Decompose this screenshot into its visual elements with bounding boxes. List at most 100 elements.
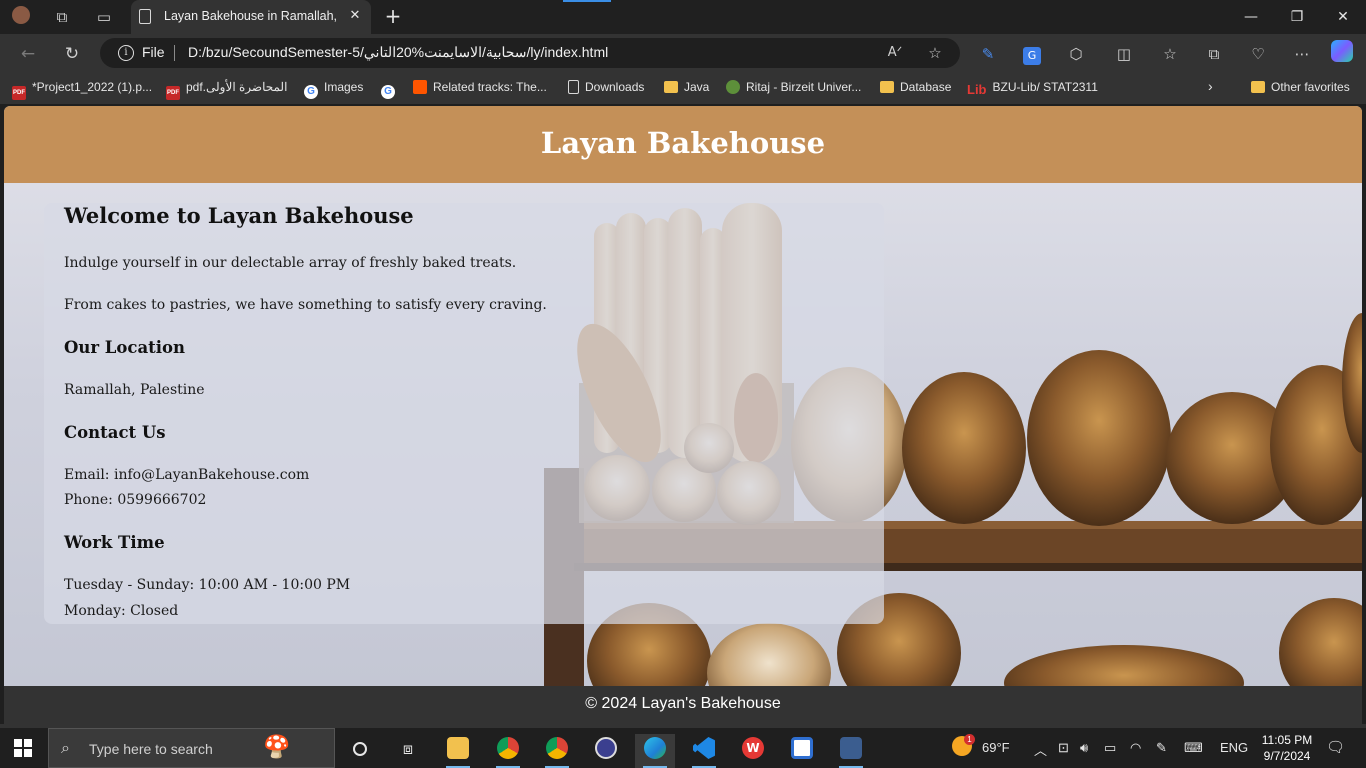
app-icon-window[interactable] (782, 734, 822, 768)
pen-extension-icon[interactable]: ✎ (976, 42, 1000, 66)
windows-taskbar: ⌕ Type here to search 🍄 ⧈ W 1 69°F ︿ ⊡ 🔊… (0, 728, 1366, 768)
footer-copyright: © 2024 Layan's Bakehouse (585, 695, 781, 712)
app-icon-blue[interactable] (831, 734, 871, 768)
task-view-icon[interactable]: ⧈ (388, 734, 428, 768)
app-icon-disc[interactable] (586, 734, 626, 768)
site-footer: © 2024 Layan's Bakehouse (4, 686, 1362, 724)
location-text: Ramallah, Palestine (64, 382, 205, 398)
weather-icon[interactable]: 1 (952, 734, 975, 759)
vscode-icon[interactable] (684, 734, 724, 768)
address-scheme: File (142, 44, 165, 60)
favorites-bar: PDF *Project1_2022 (1).p... PDF pdf.المحاض… (0, 72, 1366, 104)
site-info-icon[interactable]: i (118, 45, 134, 61)
site-header: Layan Bakehouse (4, 106, 1362, 183)
bookmark-label: BZU-Lib/ STAT2311 (992, 80, 1098, 94)
touch-keyboard-icon[interactable]: ⌨ (1184, 740, 1203, 756)
tab-indicator (563, 0, 611, 2)
read-aloud-icon[interactable]: Aᐟ (884, 42, 906, 64)
chrome-profile-icon[interactable] (537, 734, 577, 768)
address-url[interactable]: D:/bzu/SecoundSemester-5/سحابية/الاسايمن… (188, 44, 608, 61)
bookmark-lecture-pdf[interactable]: PDF pdf.المحاضرة الأولى (166, 80, 288, 100)
clock-time: 11:05 PM (1261, 733, 1313, 747)
bookmark-label: *Project1_2022 (1).p... (32, 80, 153, 94)
favorites-icon[interactable]: ☆ (1158, 42, 1182, 66)
bookmark-java[interactable]: Java (664, 80, 709, 98)
bookmark-project1[interactable]: PDF *Project1_2022 (1).p... (12, 80, 153, 100)
split-screen-icon[interactable]: ◫ (1112, 42, 1136, 66)
edge-icon[interactable] (635, 734, 675, 768)
web-page-viewport: Layan Bakehouse Welcome to Layan Bakehou… (4, 106, 1362, 724)
more-bookmarks-chevron-icon[interactable]: › (1208, 78, 1213, 96)
bookmark-google[interactable]: G (381, 80, 401, 99)
browser-title-bar: ⧉ ▭ Layan Bakehouse in Ramallah, Pal ✕ +… (0, 0, 1366, 34)
windows-start-icon[interactable] (14, 739, 32, 757)
input-language[interactable]: ENG (1220, 740, 1248, 755)
restore-button[interactable]: ❐ (1282, 6, 1312, 28)
collections-icon[interactable]: ⧉ (1202, 42, 1226, 66)
folder-icon (1251, 81, 1265, 93)
bookmark-label: Database (900, 80, 952, 94)
tab-actions-icon[interactable]: ▭ (93, 6, 115, 28)
favorite-star-icon[interactable]: ☆ (924, 42, 946, 64)
file-explorer-icon[interactable] (438, 734, 478, 768)
browser-essentials-icon[interactable]: ♡ (1246, 42, 1270, 66)
workspaces-icon[interactable]: ⧉ (51, 6, 73, 28)
document-icon (139, 9, 151, 24)
pen-workspace-icon[interactable]: ✎ (1156, 740, 1167, 756)
page-icon (568, 80, 579, 94)
pdf-icon: PDF (12, 86, 26, 100)
bookmark-database[interactable]: Database (880, 80, 951, 98)
cortana-icon[interactable] (340, 734, 380, 768)
refresh-button[interactable]: ↻ (60, 42, 84, 66)
bookmark-related-tracks[interactable]: Related tracks: The... (413, 80, 547, 98)
clock-date: 9/7/2024 (1263, 749, 1311, 763)
volume-icon[interactable]: 🔊︎ (1080, 740, 1088, 756)
soundcloud-icon (413, 80, 427, 94)
tab-layan-bakehouse[interactable]: Layan Bakehouse in Ramallah, Pal ✕ (131, 0, 371, 34)
profile-avatar-icon[interactable] (10, 6, 32, 28)
wifi-icon[interactable]: ◠ (1130, 740, 1141, 756)
ritaj-icon (726, 80, 740, 94)
bookmark-label: Downloads (585, 80, 645, 94)
other-favorites[interactable]: Other favorites (1251, 80, 1350, 98)
folder-icon (880, 81, 894, 93)
bookmark-bzu-lib[interactable]: Lib BZU-Lib/ STAT2311 (967, 80, 1098, 98)
pdf-icon: PDF (166, 86, 180, 100)
copilot-icon[interactable] (1330, 40, 1354, 64)
contact-email: Email: info@LayanBakehouse.com (64, 467, 310, 483)
chrome-icon[interactable] (488, 734, 528, 768)
bookmark-images[interactable]: G Images (304, 80, 363, 99)
battery-icon[interactable]: ▭ (1104, 740, 1116, 756)
more-menu-icon[interactable]: ⋯ (1290, 42, 1314, 66)
welcome-heading: Welcome to Layan Bakehouse (64, 203, 414, 228)
work-time-heading: Work Time (64, 533, 165, 552)
close-tab-icon[interactable]: ✕ (345, 6, 365, 26)
search-icon: ⌕ (61, 738, 70, 757)
meet-now-icon[interactable]: ⊡ (1058, 740, 1069, 756)
bookmark-downloads[interactable]: Downloads (568, 80, 644, 98)
google-icon: G (381, 85, 395, 99)
bookmark-label: Related tracks: The... (433, 80, 547, 94)
weather-temperature[interactable]: 69°F (982, 740, 1010, 755)
taskbar-clock[interactable]: 11:05 PM 9/7/2024 (1256, 732, 1318, 764)
taskbar-search-box[interactable]: ⌕ Type here to search 🍄 (48, 728, 335, 768)
intro-paragraph-2: From cakes to pastries, we have somethin… (64, 297, 547, 313)
contact-heading: Contact Us (64, 423, 166, 442)
site-title: Layan Bakehouse (540, 126, 826, 160)
bookmark-label: pdf.المحاضرة الأولى (186, 80, 288, 94)
close-window-button[interactable]: ✕ (1328, 6, 1358, 28)
work-days: Tuesday - Sunday: 10:00 AM - 10:00 PM (64, 577, 351, 593)
tab-title: Layan Bakehouse in Ramallah, Pal (164, 9, 340, 23)
show-hidden-icons-chevron-icon[interactable]: ︿ (1034, 740, 1047, 759)
new-tab-button[interactable]: + (382, 5, 404, 27)
intro-paragraph-1: Indulge yourself in our delectable array… (64, 255, 517, 271)
translate-extension-icon[interactable]: G (1020, 42, 1044, 66)
wps-office-icon[interactable]: W (733, 734, 773, 768)
back-button[interactable]: ← (16, 42, 40, 66)
address-bar[interactable]: i File D:/bzu/SecoundSemester-5/سحابية/ا… (100, 38, 960, 68)
extensions-icon[interactable]: ⬡ (1064, 42, 1088, 66)
weather-badge: 1 (964, 734, 975, 745)
notifications-icon[interactable]: 🗨︎ (1326, 738, 1345, 756)
minimize-button[interactable]: — (1236, 6, 1266, 28)
bookmark-ritaj[interactable]: Ritaj - Birzeit Univer... (726, 80, 861, 98)
